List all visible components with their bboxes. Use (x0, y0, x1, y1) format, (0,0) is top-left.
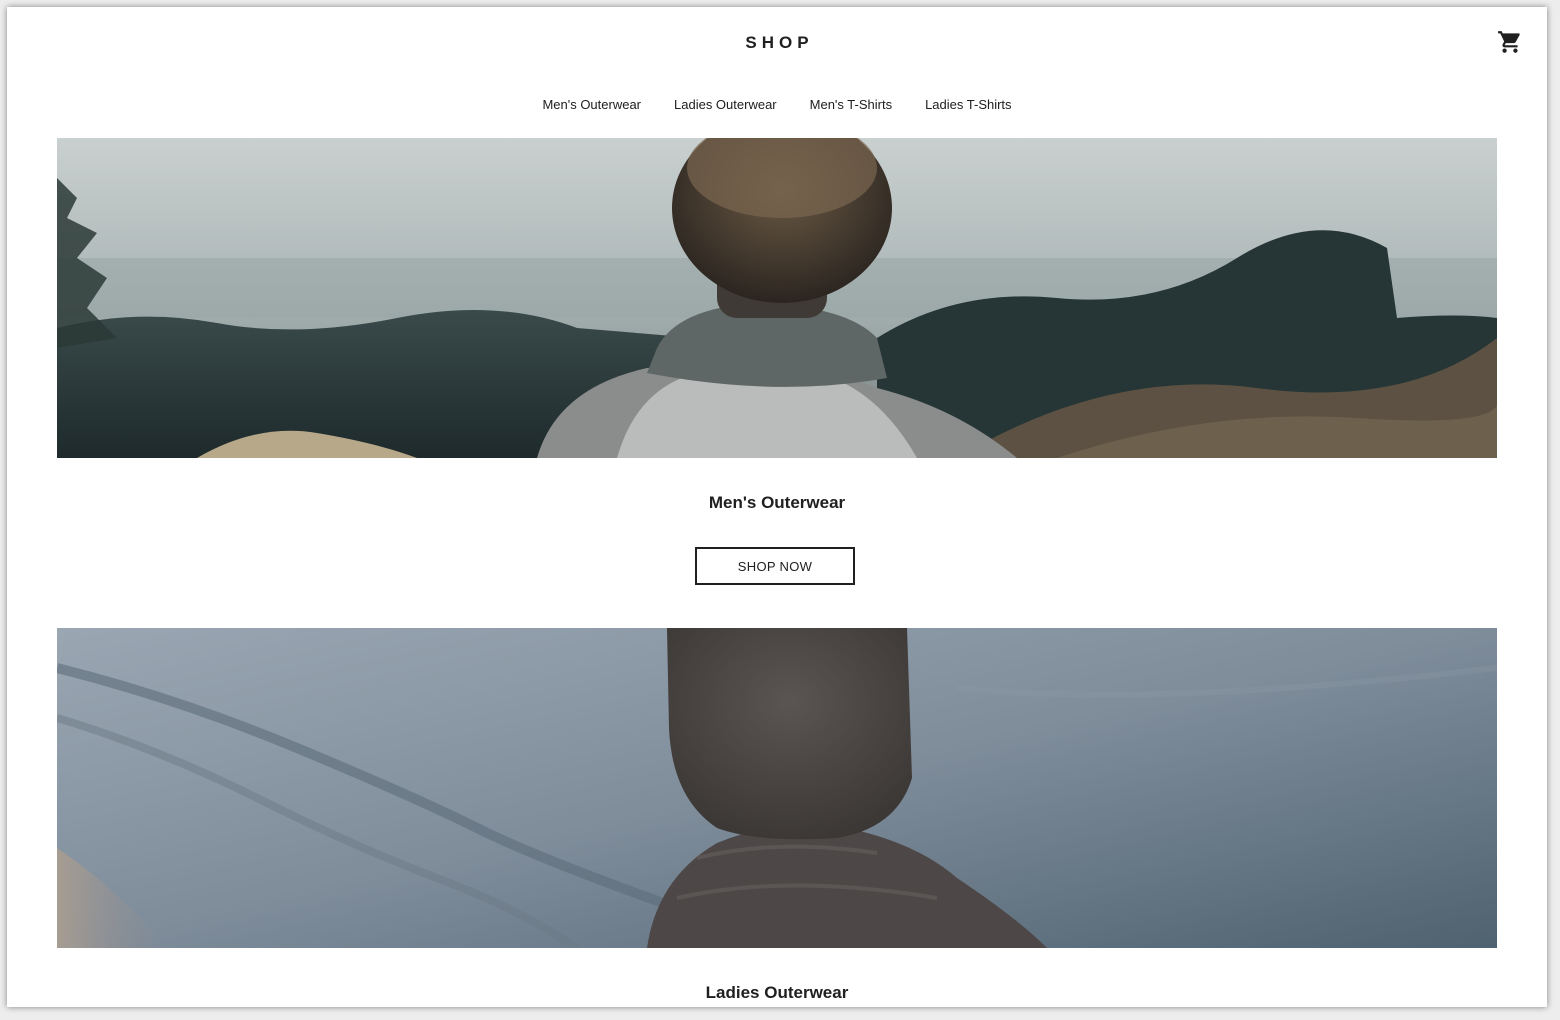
ladies-outerwear-title: Ladies Outerwear (705, 983, 849, 1002)
app-header: SHOP (7, 7, 1547, 77)
tab-ladies-tshirts[interactable]: Ladies T-Shirts (925, 95, 1011, 115)
mens-outerwear-hero-image[interactable] (57, 138, 1497, 458)
shop-logo[interactable]: SHOP (7, 33, 1547, 53)
browser-page: SHOP Men's Outerwear Ladies Outerwear Me… (7, 7, 1547, 1007)
tab-mens-tshirts[interactable]: Men's T-Shirts (810, 95, 892, 115)
shopping-cart-icon (1497, 29, 1523, 55)
mens-outerwear-title: Men's Outerwear (708, 493, 846, 512)
cart-button[interactable] (1497, 29, 1523, 55)
tab-mens-outerwear[interactable]: Men's Outerwear (542, 95, 641, 115)
tab-ladies-outerwear[interactable]: Ladies Outerwear (674, 95, 777, 115)
shop-now-button[interactable]: SHOP NOW (695, 547, 855, 585)
category-tabs: Men's Outerwear Ladies Outerwear Men's T… (7, 95, 1547, 115)
ladies-outerwear-hero-image[interactable] (57, 628, 1497, 948)
